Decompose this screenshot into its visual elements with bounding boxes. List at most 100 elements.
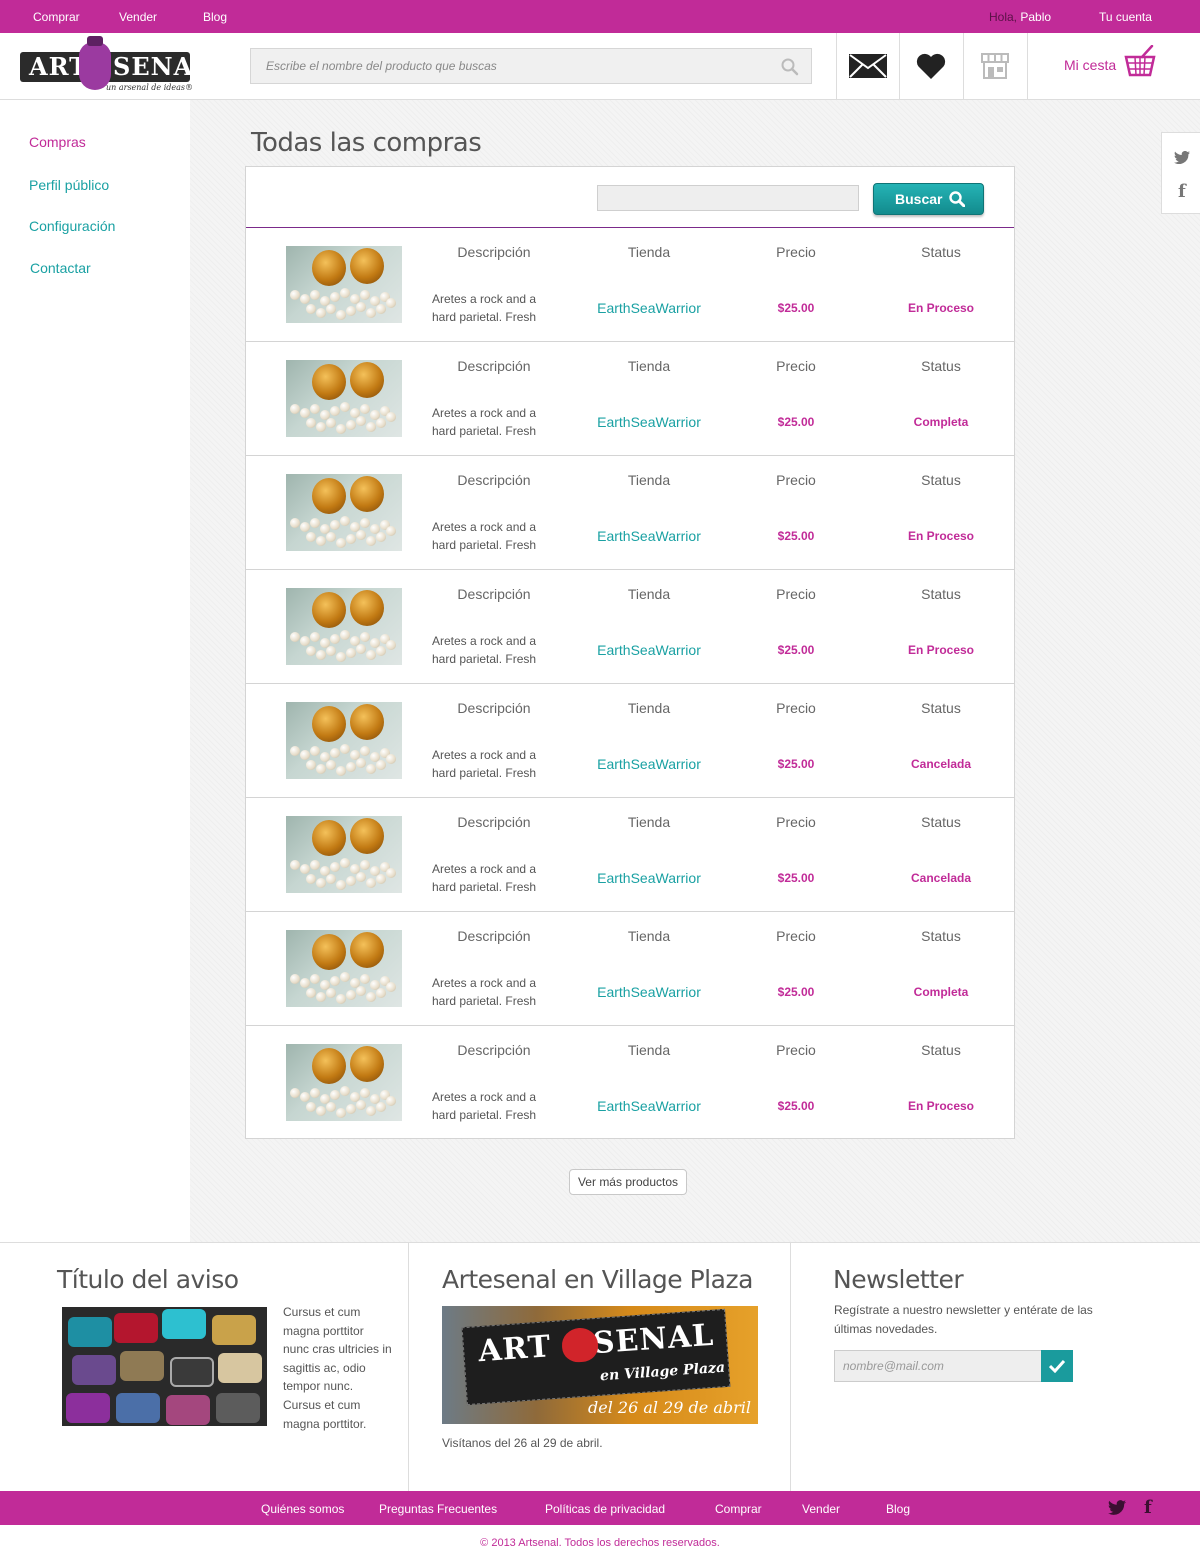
buscar-button[interactable]: Buscar: [873, 183, 984, 215]
greeting-hola: Hola,: [989, 10, 1018, 24]
order-description: Aretes a rock and a hard parietal. Fresh: [432, 292, 537, 324]
table-row[interactable]: Descripción Tienda Precio Status Aretes …: [246, 342, 1014, 456]
order-store-link[interactable]: EarthSeaWarrior: [569, 756, 729, 772]
footer-divider: [408, 1243, 409, 1492]
product-thumbnail[interactable]: [286, 474, 402, 551]
pearl-shape: [346, 534, 356, 544]
product-thumbnail[interactable]: [286, 246, 402, 323]
table-row[interactable]: Descripción Tienda Precio Status Aretes …: [246, 1026, 1014, 1140]
copyright: © 2013 Artsenal. Todos los derechos rese…: [480, 1537, 720, 1549]
product-thumbnail[interactable]: [286, 930, 402, 1007]
table-row[interactable]: Descripción Tienda Precio Status Aretes …: [246, 912, 1014, 1026]
col-header-price: Precio: [776, 700, 816, 716]
product-thumbnail[interactable]: [286, 360, 402, 437]
order-store-link[interactable]: EarthSeaWarrior: [569, 300, 729, 316]
artsenal-logo[interactable]: ART SENAL un arsenal de ideas®: [20, 36, 210, 92]
pearl-shape: [306, 304, 316, 314]
pearl-shape: [366, 536, 376, 546]
product-thumbnail[interactable]: [286, 816, 402, 893]
twitter-icon[interactable]: [1108, 1500, 1126, 1515]
order-store-link[interactable]: EarthSeaWarrior: [569, 528, 729, 544]
village-plaza-banner[interactable]: ART SENAL en Village Plaza del 26 al 29 d…: [442, 1306, 758, 1424]
earring-shape: [312, 706, 346, 742]
col-header-status: Status: [921, 814, 961, 830]
pearl-shape: [340, 744, 350, 754]
orders-search-input[interactable]: [597, 185, 859, 211]
sidebar-item-contactar[interactable]: Contactar: [30, 260, 91, 276]
sidebar-item-compras[interactable]: Compras: [29, 134, 86, 150]
aviso-image[interactable]: [62, 1307, 267, 1426]
banner-art: ART: [477, 1329, 553, 1370]
col-header-description: Descripción: [457, 700, 531, 716]
order-store-link[interactable]: EarthSeaWarrior: [569, 984, 729, 1000]
facebook-icon[interactable]: f: [1144, 1497, 1152, 1518]
messages-button[interactable]: [836, 33, 899, 99]
order-status: En Proceso: [907, 643, 975, 657]
newsletter-email-input[interactable]: [834, 1350, 1041, 1382]
pearl-shape: [290, 974, 300, 984]
pearl-shape: [336, 538, 346, 548]
product-thumbnail[interactable]: [286, 702, 402, 779]
footer-link-faq[interactable]: Preguntas Frecuentes: [379, 1502, 497, 1516]
pearl-shape: [376, 760, 386, 770]
store-button[interactable]: [963, 33, 1026, 99]
pearl-shape: [356, 986, 366, 996]
twitter-icon[interactable]: [1174, 151, 1190, 164]
table-row[interactable]: Descripción Tienda Precio Status Aretes …: [246, 228, 1014, 342]
pearl-shape: [290, 290, 300, 300]
more-products-button[interactable]: Ver más productos: [569, 1169, 687, 1195]
footer-link-vender[interactable]: Vender: [802, 1502, 840, 1516]
col-header-price: Precio: [776, 586, 816, 602]
newsletter-submit-button[interactable]: [1041, 1350, 1073, 1382]
product-thumbnail[interactable]: [286, 1044, 402, 1121]
order-status: Cancelada: [910, 871, 972, 885]
logo-senal-text: SENAL: [113, 52, 212, 81]
pearl-shape: [290, 860, 300, 870]
table-row[interactable]: Descripción Tienda Precio Status Aretes …: [246, 456, 1014, 570]
col-header-store: Tienda: [627, 472, 671, 488]
topbar-link-blog[interactable]: Blog: [203, 10, 227, 24]
order-store-link[interactable]: EarthSeaWarrior: [569, 642, 729, 658]
order-store-link[interactable]: EarthSeaWarrior: [569, 870, 729, 886]
product-thumbnail[interactable]: [286, 588, 402, 665]
footer-link-blog[interactable]: Blog: [886, 1502, 910, 1516]
topbar-link-comprar[interactable]: Comprar: [33, 10, 80, 24]
col-header-description: Descripción: [457, 586, 531, 602]
pearl-shape: [316, 422, 326, 432]
cart-button[interactable]: Mi cesta: [1027, 33, 1200, 99]
pearl-shape: [386, 754, 396, 764]
footer-link-privacidad[interactable]: Políticas de privacidad: [545, 1502, 665, 1516]
earring-shape: [312, 250, 346, 286]
facebook-icon[interactable]: f: [1178, 181, 1186, 202]
pearl-shape: [366, 308, 376, 318]
pearl-shape: [300, 408, 310, 418]
pearl-shape: [316, 650, 326, 660]
aviso-text: Cursus et cum magna porttitor nunc cras …: [283, 1305, 392, 1431]
earring-shape: [312, 478, 346, 514]
table-row[interactable]: Descripción Tienda Precio Status Aretes …: [246, 684, 1014, 798]
col-header-status: Status: [921, 586, 961, 602]
col-header-store: Tienda: [627, 358, 671, 374]
favorites-button[interactable]: [899, 33, 962, 99]
pearl-shape: [366, 650, 376, 660]
order-store-link[interactable]: EarthSeaWarrior: [569, 414, 729, 430]
banner-dates: del 26 al 29 de abril: [588, 1398, 752, 1417]
table-row[interactable]: Descripción Tienda Precio Status Aretes …: [246, 570, 1014, 684]
search-icon[interactable]: [781, 58, 799, 76]
account-link[interactable]: Tu cuenta: [1099, 10, 1152, 24]
search-input[interactable]: [251, 49, 811, 83]
order-store-link[interactable]: EarthSeaWarrior: [569, 1098, 729, 1114]
table-row[interactable]: Descripción Tienda Precio Status Aretes …: [246, 798, 1014, 912]
account-sidebar: Compras Perfil público Configuración Con…: [0, 100, 190, 1242]
footer-link-quienes-somos[interactable]: Quiénes somos: [261, 1502, 344, 1516]
pearl-shape: [306, 418, 316, 428]
topbar-link-vender[interactable]: Vender: [119, 10, 157, 24]
bracelet-shape: [116, 1393, 160, 1423]
sidebar-item-configuracion[interactable]: Configuración: [29, 218, 115, 234]
pearl-shape: [326, 532, 336, 542]
sidebar-item-perfil[interactable]: Perfil público: [29, 177, 109, 193]
pearl-shape: [360, 632, 370, 642]
footer-link-comprar[interactable]: Comprar: [715, 1502, 762, 1516]
bracelet-shape: [162, 1309, 206, 1339]
pearl-shape: [340, 630, 350, 640]
